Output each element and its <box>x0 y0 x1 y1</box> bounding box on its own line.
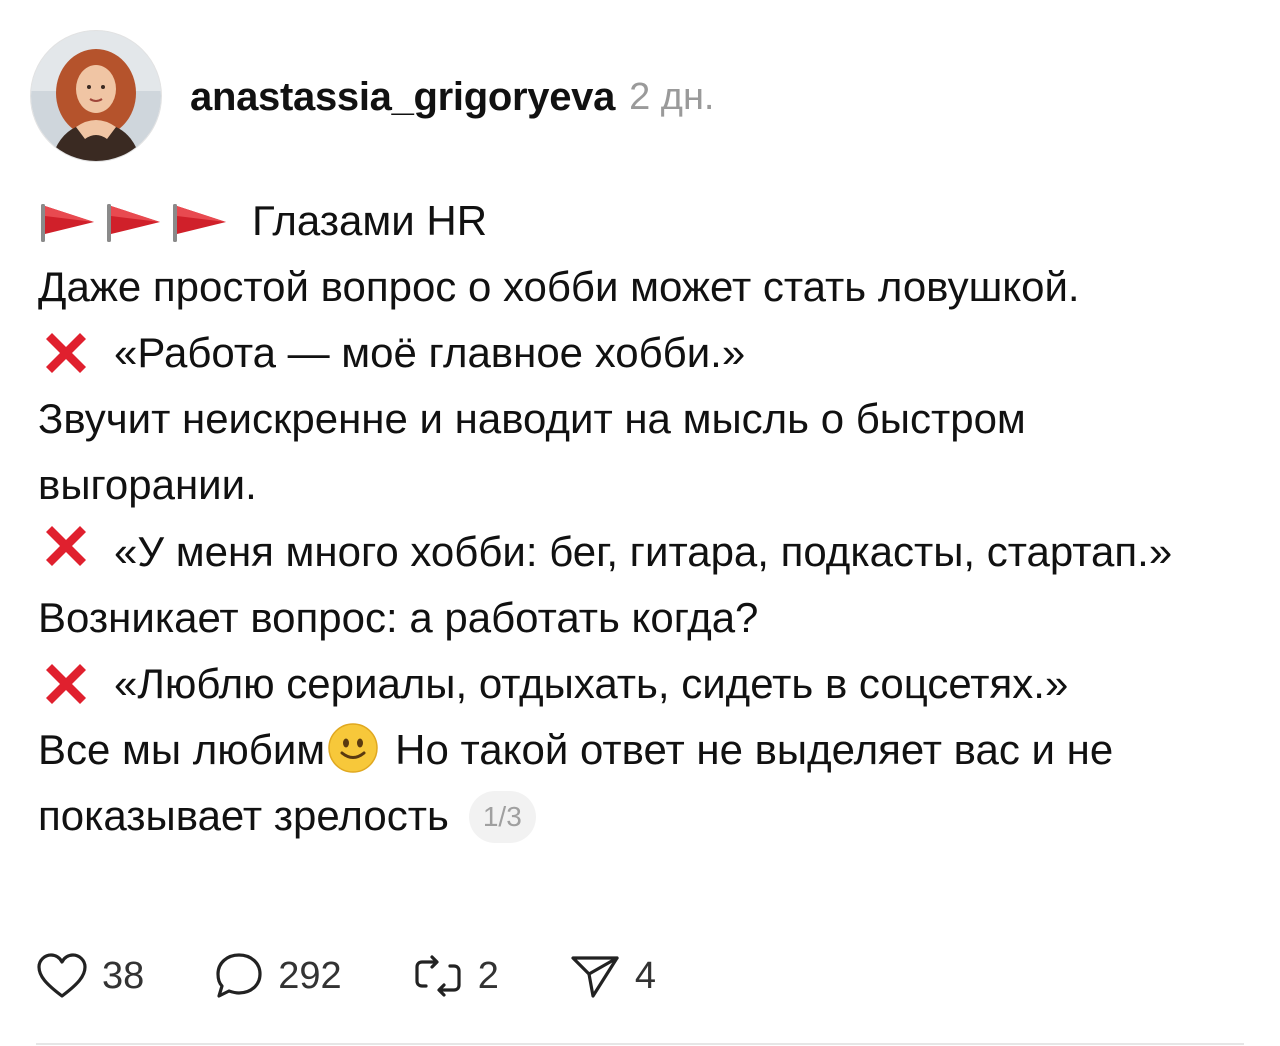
cross-mark-icon <box>38 325 94 381</box>
share-count: 4 <box>634 954 656 997</box>
post-title-line: Глазами HR <box>38 188 1248 254</box>
speech-bubble-icon <box>214 951 264 1001</box>
triangular-flag-icon <box>170 198 228 244</box>
triangular-flag-icon <box>104 198 162 244</box>
slightly-smiling-face-icon <box>327 722 379 774</box>
post-intro: Даже простой вопрос о хобби может стать … <box>38 263 1080 310</box>
repost-icon <box>412 952 464 1000</box>
like-count: 38 <box>102 954 145 997</box>
comment-button[interactable]: 292 <box>214 951 342 1001</box>
answer-item-2: «У меня много хобби: бег, гитара, подкас… <box>38 518 1248 585</box>
post-actions: 38 292 2 4 <box>36 950 726 1002</box>
post-body: Глазами HR Даже простой вопрос о хобби м… <box>38 188 1248 849</box>
answer-item-1: «Работа — моё главное хобби.» <box>38 320 1248 386</box>
author-username[interactable]: anastassia_grigoryeva <box>190 75 615 120</box>
answer-item-2-text: «У меня много хобби: бег, гитара, подкас… <box>114 528 1173 575</box>
share-button[interactable]: 4 <box>569 952 656 1000</box>
repost-count: 2 <box>477 954 499 997</box>
answer-note-3-part-a: Все мы любим <box>38 726 326 773</box>
answer-note-2: Возникает вопрос: а работать когда? <box>38 594 759 641</box>
like-button[interactable]: 38 <box>36 952 144 1000</box>
answer-note-1: Звучит неискренне и наводит на мысль о б… <box>38 395 1026 508</box>
answer-item-3-text: «Люблю сериалы, отдыхать, сидеть в соцсе… <box>114 660 1069 707</box>
post-title: Глазами HR <box>252 197 488 244</box>
author-avatar[interactable] <box>30 30 162 162</box>
answer-note-3: Все мы любим Но такой ответ не выделяет в… <box>38 717 1248 849</box>
triangular-flag-icon <box>38 198 96 244</box>
heart-icon <box>36 952 88 1000</box>
answer-item-3: «Люблю сериалы, отдыхать, сидеть в соцсе… <box>38 651 1248 717</box>
repost-button[interactable]: 2 <box>412 952 499 1000</box>
flags-group <box>38 198 228 244</box>
paper-plane-icon <box>569 952 621 1000</box>
post-divider <box>36 1043 1244 1045</box>
answer-item-1-text: «Работа — моё главное хобби.» <box>114 329 746 376</box>
post-header: anastassia_grigoryeva 2 дн. <box>190 72 715 122</box>
cross-mark-icon <box>38 656 94 712</box>
comment-count: 292 <box>278 954 342 997</box>
post-timestamp[interactable]: 2 дн. <box>629 76 714 119</box>
page-counter-badge: 1/3 <box>468 791 536 843</box>
cross-mark-icon <box>38 518 94 574</box>
